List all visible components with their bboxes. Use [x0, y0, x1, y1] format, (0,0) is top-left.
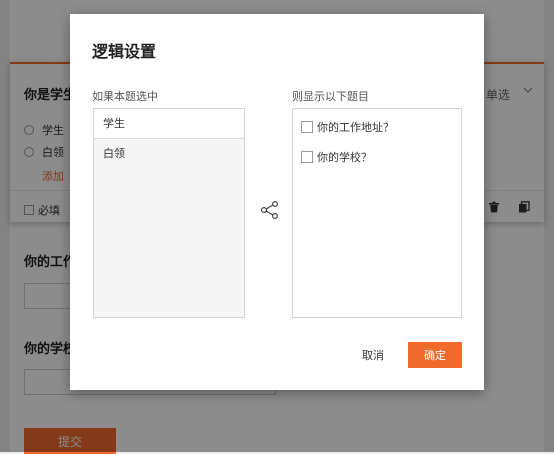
target-question-list: 你的工作地址？ 你的学校？	[292, 108, 462, 318]
target-question-checkbox[interactable]: 你的学校？	[301, 149, 372, 165]
option-list: 学生 白领	[93, 108, 245, 318]
target-question-label: 你的学校？	[317, 151, 372, 164]
link-flow-icon	[260, 200, 279, 220]
target-question-label: 你的工作地址？	[317, 121, 394, 134]
confirm-button[interactable]: 确定	[408, 342, 462, 368]
option-list-item[interactable]: 白领	[94, 139, 244, 169]
target-question-checkbox[interactable]: 你的工作地址？	[301, 119, 394, 135]
cancel-button[interactable]: 取消	[350, 342, 396, 368]
then-show-label: 则显示以下题目	[292, 90, 369, 103]
option-list-item[interactable]: 学生	[94, 109, 244, 139]
logic-settings-dialog: 逻辑设置 如果本题选中 则显示以下题目 学生 白领 你的工作地址？ 你的学校？ …	[70, 14, 484, 390]
checkbox-icon[interactable]	[301, 121, 313, 133]
dialog-title: 逻辑设置	[92, 42, 157, 61]
checkbox-icon[interactable]	[301, 151, 313, 163]
if-selected-label: 如果本题选中	[92, 90, 158, 103]
